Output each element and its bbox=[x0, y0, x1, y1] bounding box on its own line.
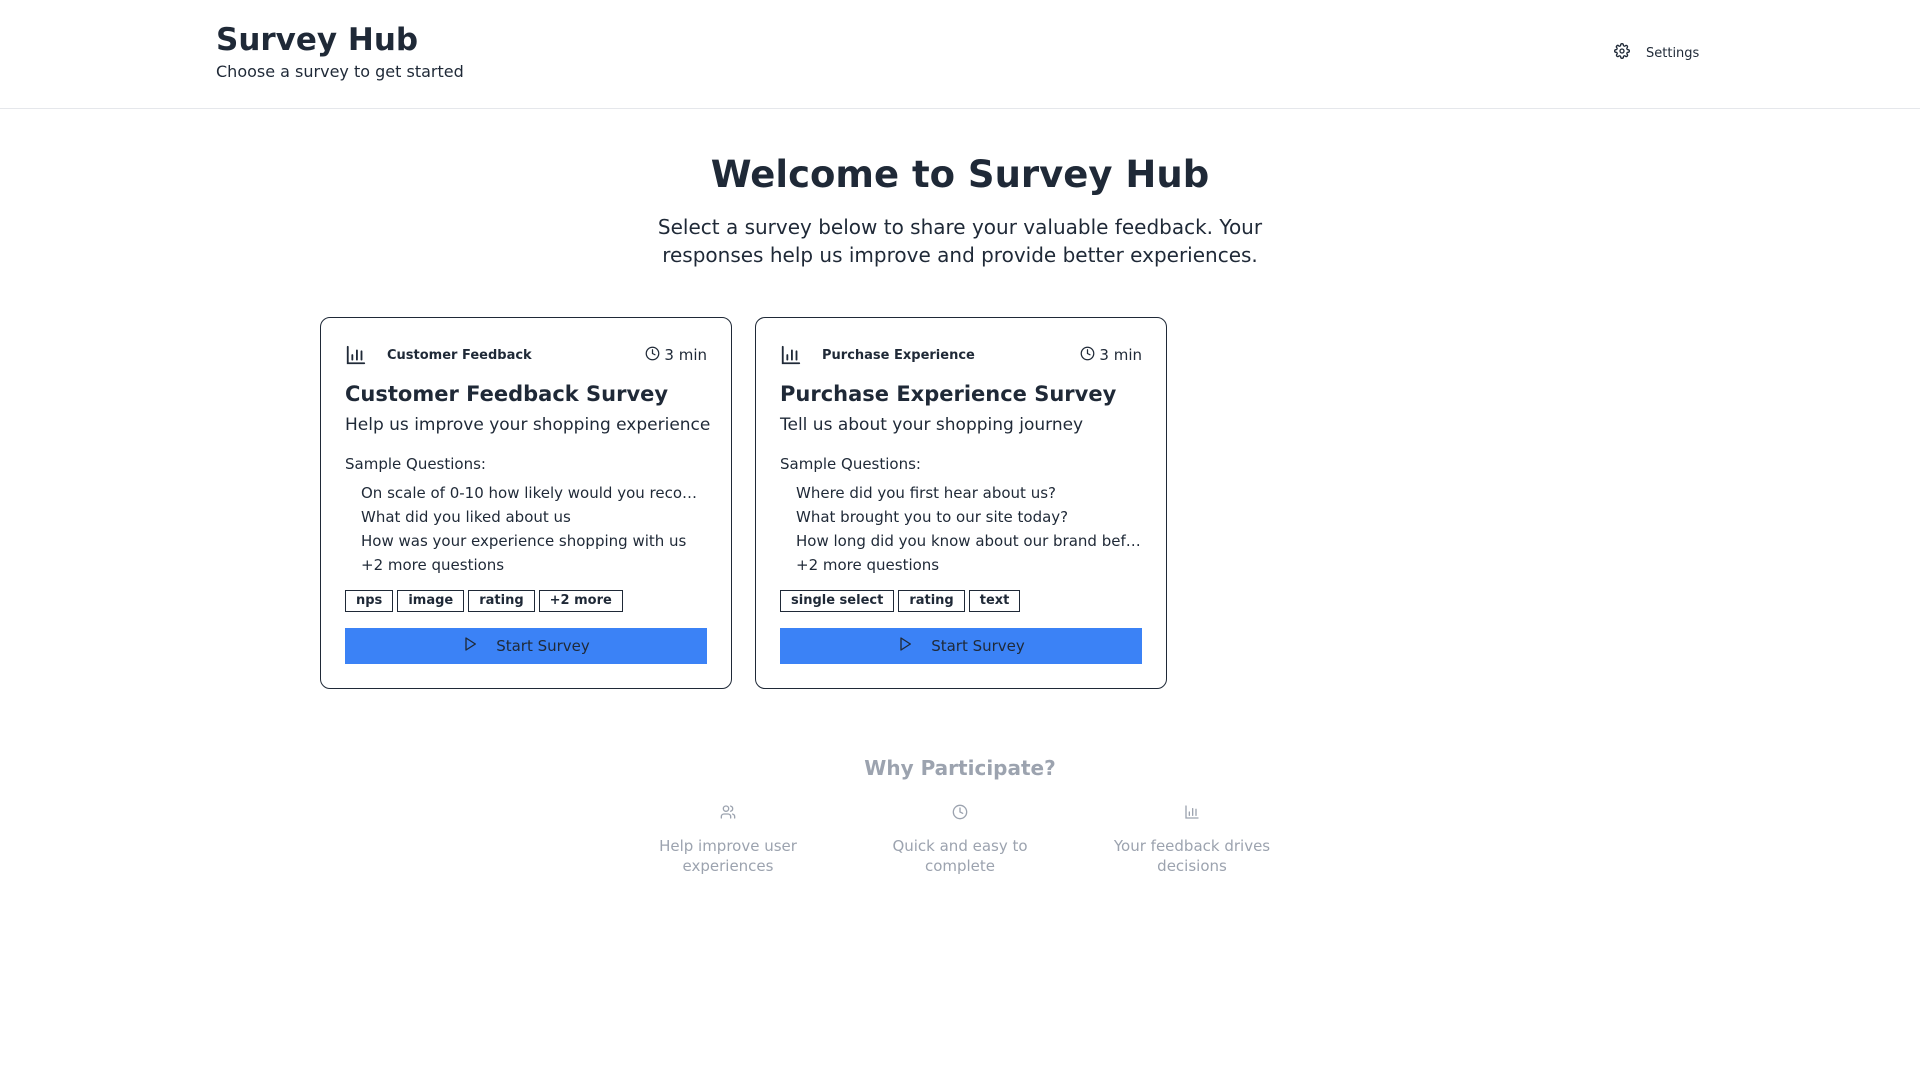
tag: image bbox=[397, 590, 465, 612]
survey-duration: 3 min bbox=[1080, 346, 1142, 365]
benefit-item: Quick and easy to complete bbox=[860, 804, 1060, 876]
card-header: Purchase Experience 3 min bbox=[780, 344, 1142, 366]
benefit-item: Help improve user experiences bbox=[628, 804, 828, 876]
users-icon bbox=[628, 804, 828, 822]
list-item: How long did you know about our brand be… bbox=[796, 532, 1144, 550]
start-survey-button[interactable]: Start Survey bbox=[780, 628, 1142, 664]
benefit-item: Your feedback drives decisions bbox=[1092, 804, 1292, 876]
clock-icon bbox=[860, 804, 1060, 822]
play-icon bbox=[462, 636, 478, 656]
survey-title: Customer Feedback Survey bbox=[345, 382, 669, 406]
tag: nps bbox=[345, 590, 394, 612]
start-survey-label: Start Survey bbox=[931, 637, 1025, 655]
welcome-title: Welcome to Survey Hub bbox=[710, 153, 1210, 196]
bar-chart-icon bbox=[345, 344, 367, 366]
tag: +2 more bbox=[538, 590, 623, 612]
survey-duration: 3 min bbox=[645, 346, 707, 365]
why-participate-title: Why Participate? bbox=[864, 756, 1056, 780]
survey-description: Tell us about your shopping journey bbox=[780, 415, 1084, 435]
survey-description: Help us improve your shopping experience bbox=[345, 415, 711, 435]
list-item: What brought you to our site today? bbox=[796, 508, 1069, 526]
list-item: +2 more questions bbox=[796, 556, 940, 574]
duration-label: 3 min bbox=[664, 346, 707, 364]
list-item: How was your experience shopping with us bbox=[361, 532, 687, 550]
sample-questions-list: Where did you first hear about us? What … bbox=[796, 481, 1144, 577]
sample-questions-label: Sample Questions: bbox=[345, 455, 486, 473]
survey-card-customer-feedback: Customer Feedback 3 min Customer Feedbac… bbox=[320, 317, 732, 689]
bar-chart-icon bbox=[1092, 804, 1292, 822]
survey-card-purchase-experience: Purchase Experience 3 min Purchase Exper… bbox=[755, 317, 1167, 689]
play-icon bbox=[897, 636, 913, 656]
question-type-tags: single select rating text bbox=[780, 590, 1021, 612]
clock-icon bbox=[645, 346, 660, 365]
survey-category: Purchase Experience bbox=[822, 347, 975, 363]
tag: single select bbox=[780, 590, 895, 612]
settings-button[interactable]: Settings bbox=[1604, 40, 1709, 66]
app-header: Survey Hub Choose a survey to get starte… bbox=[0, 0, 1920, 109]
start-survey-label: Start Survey bbox=[496, 637, 590, 655]
survey-title: Purchase Experience Survey bbox=[780, 382, 1117, 406]
settings-label: Settings bbox=[1646, 45, 1700, 61]
list-item: What did you liked about us bbox=[361, 508, 571, 526]
bar-chart-icon bbox=[780, 344, 802, 366]
survey-category: Customer Feedback bbox=[387, 347, 532, 363]
list-item: +2 more questions bbox=[361, 556, 505, 574]
card-header: Customer Feedback 3 min bbox=[345, 344, 707, 366]
benefit-text: Quick and easy to complete bbox=[892, 837, 1028, 875]
app-title: Survey Hub bbox=[216, 22, 419, 58]
benefit-text: Help improve user experiences bbox=[659, 837, 797, 875]
sample-questions-label: Sample Questions: bbox=[780, 455, 921, 473]
welcome-intro: Select a survey below to share your valu… bbox=[657, 215, 1263, 267]
gear-icon bbox=[1614, 43, 1630, 63]
duration-label: 3 min bbox=[1099, 346, 1142, 364]
start-survey-button[interactable]: Start Survey bbox=[345, 628, 707, 664]
benefit-text: Your feedback drives decisions bbox=[1113, 837, 1271, 875]
app-subtitle: Choose a survey to get started bbox=[216, 62, 464, 81]
question-type-tags: nps image rating +2 more bbox=[345, 590, 623, 612]
tag: rating bbox=[898, 590, 965, 612]
sample-questions-list: On scale of 0-10 how likely would you re… bbox=[361, 481, 709, 577]
tag: text bbox=[968, 590, 1021, 612]
tag: rating bbox=[468, 590, 535, 612]
clock-icon bbox=[1080, 346, 1095, 365]
list-item: On scale of 0-10 how likely would you re… bbox=[361, 484, 709, 502]
list-item: Where did you first hear about us? bbox=[796, 484, 1056, 502]
